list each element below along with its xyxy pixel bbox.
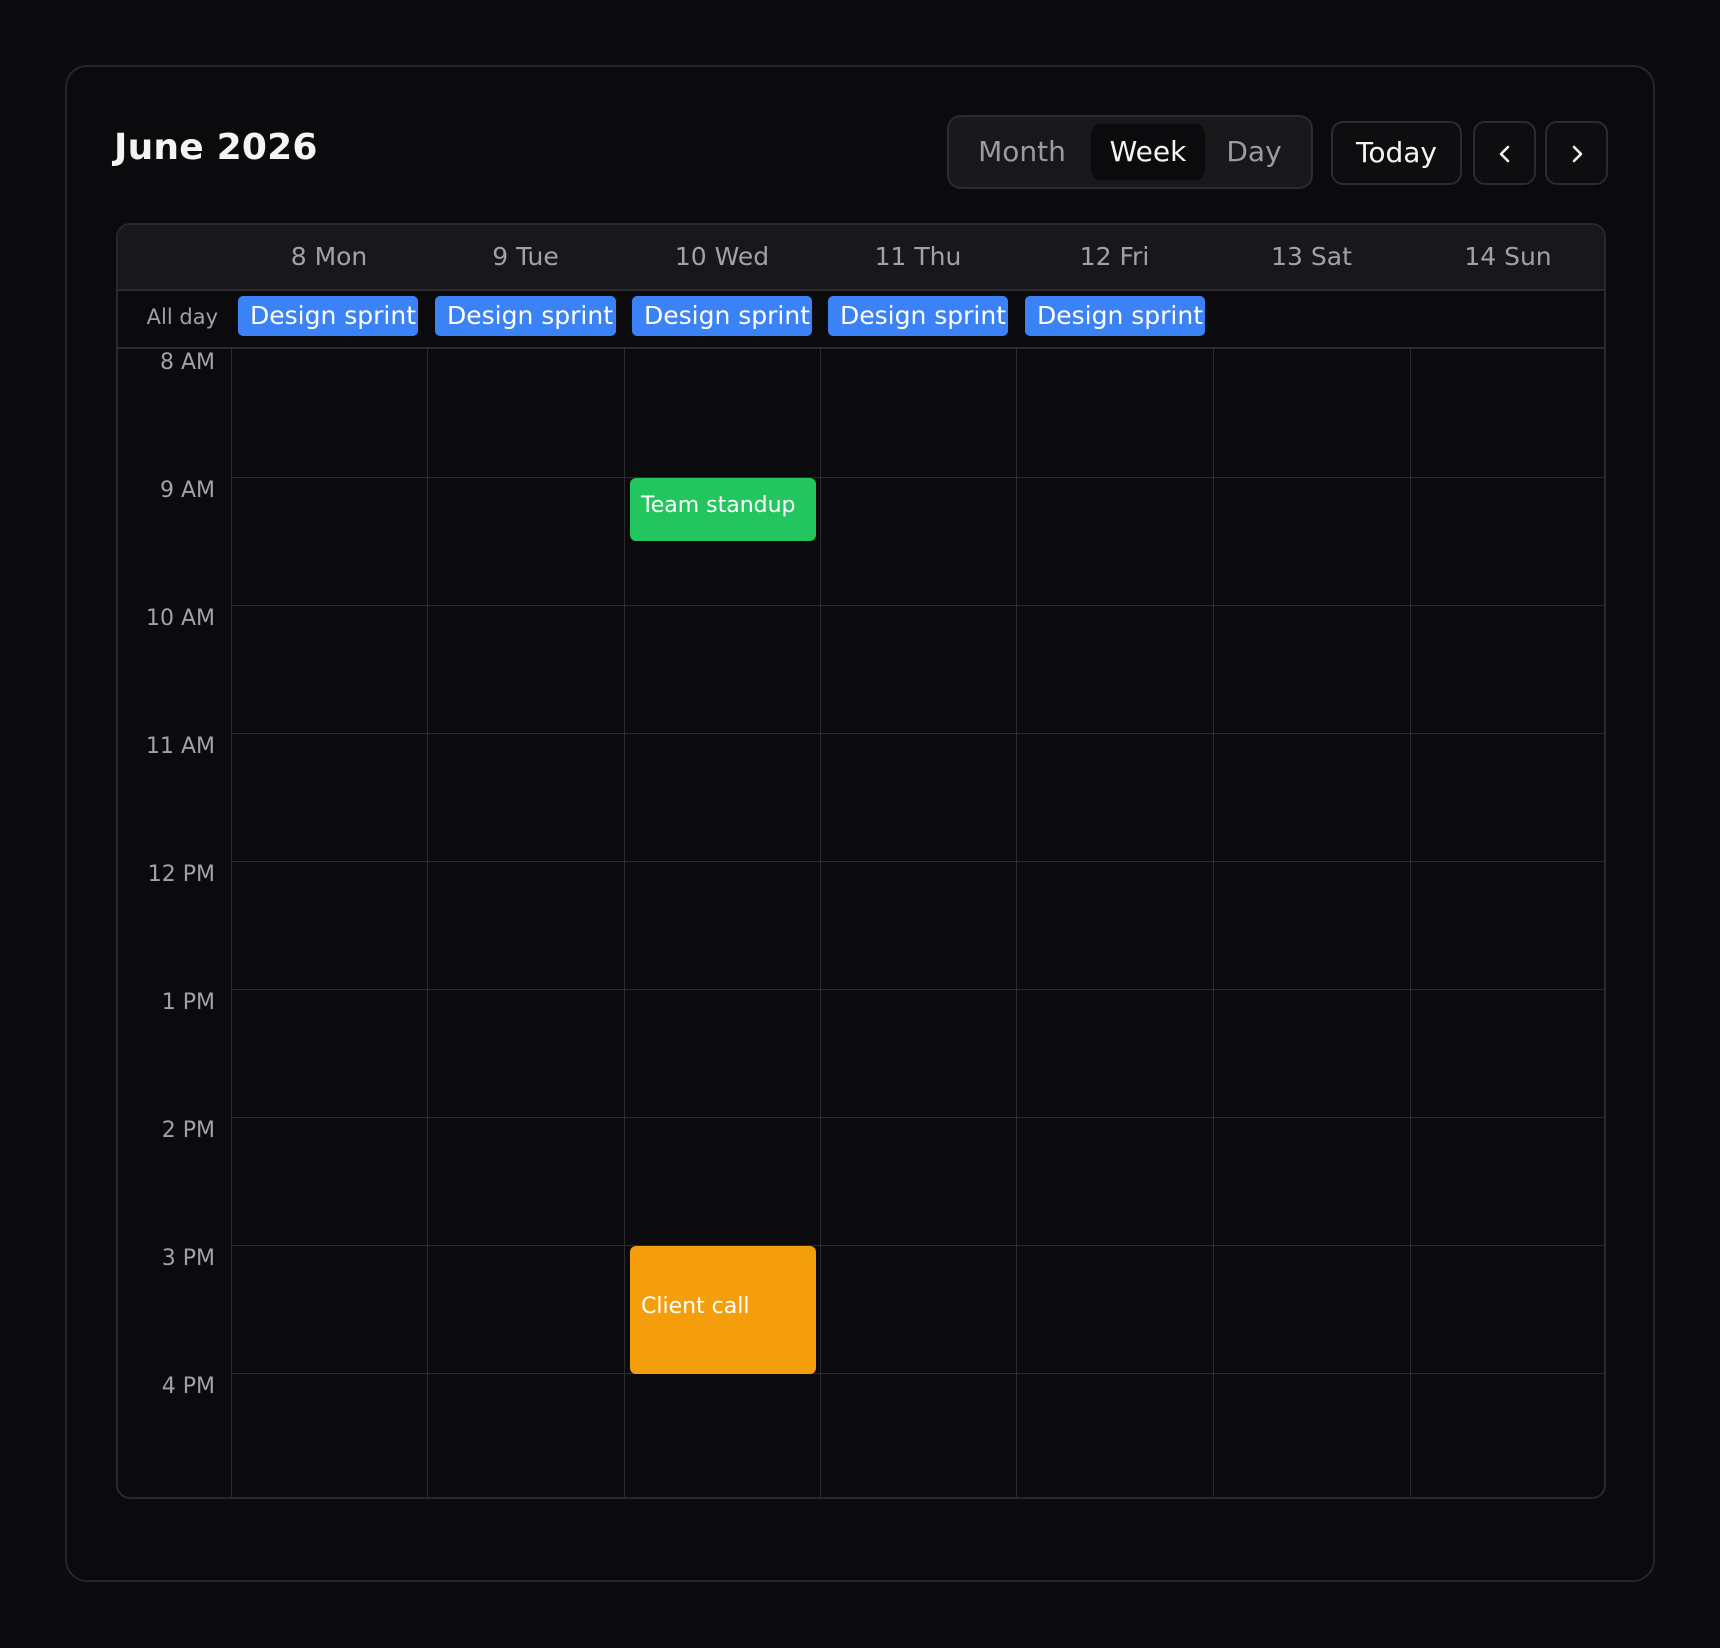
hour-label: 1 PM xyxy=(161,990,215,1015)
event-client-call[interactable]: Client call xyxy=(630,1246,816,1374)
column-divider xyxy=(427,349,428,1497)
day-header-fri[interactable]: 12 Fri xyxy=(1016,225,1213,289)
allday-label: All day xyxy=(146,305,218,329)
hour-divider xyxy=(231,605,1604,606)
hour-divider xyxy=(231,1373,1604,1374)
allday-event[interactable]: Design sprint xyxy=(435,296,616,336)
hour-label: 11 AM xyxy=(145,734,215,759)
chevron-right-icon xyxy=(1565,142,1589,166)
allday-row: All day Design sprint Design sprint Desi… xyxy=(118,289,1604,349)
day-header-row: 8 Mon 9 Tue 10 Wed 11 Thu 12 Fri 13 Sat … xyxy=(118,225,1604,291)
hour-divider xyxy=(231,861,1604,862)
column-divider xyxy=(624,349,625,1497)
calendar-title: June 2026 xyxy=(114,127,318,168)
day-header-sun[interactable]: 14 Sun xyxy=(1410,225,1604,289)
column-divider xyxy=(820,349,821,1497)
hour-divider xyxy=(231,1117,1604,1118)
view-month-button[interactable]: Month xyxy=(963,124,1081,180)
hour-divider xyxy=(231,1245,1604,1246)
allday-event[interactable]: Design sprint xyxy=(238,296,418,336)
view-switcher: Month Week Day xyxy=(947,115,1313,189)
column-divider xyxy=(231,349,232,1497)
prev-week-button[interactable] xyxy=(1473,121,1536,185)
view-week-button[interactable]: Week xyxy=(1091,124,1205,180)
view-day-button[interactable]: Day xyxy=(1205,124,1303,180)
allday-event[interactable]: Design sprint xyxy=(1025,296,1205,336)
hour-label: 10 AM xyxy=(145,606,215,631)
hour-label: 4 PM xyxy=(161,1374,215,1399)
chevron-left-icon xyxy=(1493,142,1517,166)
allday-event[interactable]: Design sprint xyxy=(632,296,812,336)
day-header-thu[interactable]: 11 Thu xyxy=(820,225,1016,289)
calendar-card: June 2026 Month Week Day Today 8 Mon 9 T… xyxy=(65,65,1655,1582)
day-header-sat[interactable]: 13 Sat xyxy=(1213,225,1410,289)
hour-label: 12 PM xyxy=(147,862,215,887)
hour-divider xyxy=(231,477,1604,478)
day-header-mon[interactable]: 8 Mon xyxy=(231,225,427,289)
column-divider xyxy=(1213,349,1214,1497)
next-week-button[interactable] xyxy=(1545,121,1608,185)
event-team-standup[interactable]: Team standup xyxy=(630,478,816,541)
hour-label: 3 PM xyxy=(161,1246,215,1271)
hour-divider xyxy=(231,733,1604,734)
hour-label: 9 AM xyxy=(159,478,215,503)
today-button[interactable]: Today xyxy=(1331,121,1462,185)
week-grid: 8 Mon 9 Tue 10 Wed 11 Thu 12 Fri 13 Sat … xyxy=(116,223,1606,1499)
hour-divider xyxy=(231,989,1604,990)
hour-label: 2 PM xyxy=(161,1118,215,1143)
time-grid[interactable]: 8 AM 9 AM 10 AM 11 AM 12 PM 1 PM 2 PM 3 … xyxy=(118,349,1604,1497)
allday-event[interactable]: Design sprint xyxy=(828,296,1008,336)
day-header-tue[interactable]: 9 Tue xyxy=(427,225,624,289)
column-divider xyxy=(1016,349,1017,1497)
column-divider xyxy=(1410,349,1411,1497)
hour-label: 8 AM xyxy=(159,350,215,375)
day-header-wed[interactable]: 10 Wed xyxy=(624,225,820,289)
